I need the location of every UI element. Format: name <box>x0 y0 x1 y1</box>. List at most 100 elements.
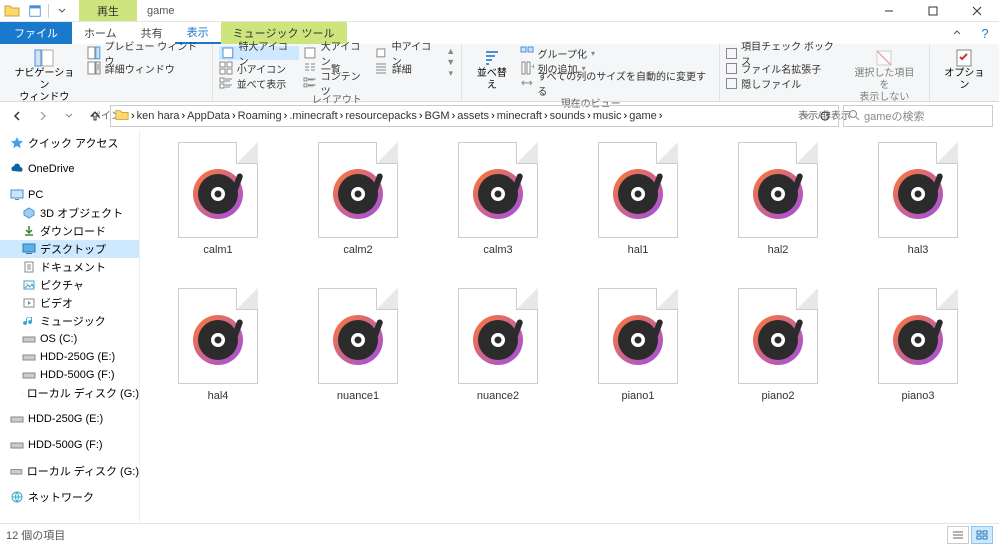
chevron-right-icon[interactable]: › <box>587 110 591 122</box>
layout-xlarge-icons[interactable]: 特大アイコン <box>219 46 299 60</box>
file-item[interactable]: calm2 <box>288 138 428 284</box>
tree-desktop[interactable]: デスクトップ <box>0 240 139 258</box>
file-extensions-toggle[interactable]: ファイル名拡張子 <box>726 61 842 75</box>
forward-button[interactable] <box>32 105 54 127</box>
recent-locations-button[interactable] <box>58 105 80 127</box>
navigation-pane-button[interactable]: ナビゲーション ウィンドウ <box>6 46 83 106</box>
chevron-right-icon[interactable]: › <box>624 110 628 122</box>
item-checkboxes-toggle[interactable]: 項目チェック ボックス <box>726 46 842 60</box>
content-icon <box>303 76 317 90</box>
tree-hdd250-e-ext[interactable]: HDD-250G (E:) <box>0 410 139 428</box>
chevron-right-icon[interactable]: › <box>181 110 185 122</box>
file-item[interactable]: hal2 <box>708 138 848 284</box>
group-by-button[interactable]: グループ化▾ <box>520 46 714 60</box>
layout-medium-icons[interactable]: 中アイコン <box>374 46 440 60</box>
breadcrumb-segment[interactable]: ken hara <box>137 110 180 122</box>
file-thumbnail <box>598 142 678 238</box>
breadcrumb-segment[interactable]: music <box>593 110 622 122</box>
breadcrumb-segment[interactable]: sounds <box>550 110 585 122</box>
breadcrumb-segment[interactable]: resourcepacks <box>345 110 417 122</box>
tree-3d-objects[interactable]: 3D オブジェクト <box>0 204 139 222</box>
breadcrumb-segment[interactable]: AppData <box>187 110 230 122</box>
documents-icon <box>22 260 36 274</box>
file-item[interactable]: nuance2 <box>428 284 568 430</box>
layout-scroll-down[interactable]: ▼ <box>446 57 455 67</box>
file-item[interactable]: hal1 <box>568 138 708 284</box>
tab-file[interactable]: ファイル <box>0 22 72 44</box>
address-dropdown-button[interactable] <box>798 105 814 127</box>
breadcrumb-segment[interactable]: BGM <box>425 110 450 122</box>
qat-dropdown-button[interactable] <box>51 0 73 22</box>
preview-pane-button[interactable]: プレビュー ウィンドウ <box>87 46 206 60</box>
layout-small-icons[interactable]: 小アイコン <box>219 61 299 75</box>
breadcrumb-segment[interactable]: minecraft <box>497 110 542 122</box>
up-button[interactable] <box>84 105 106 127</box>
tree-downloads[interactable]: ダウンロード <box>0 222 139 240</box>
breadcrumb-segment[interactable]: assets <box>457 110 489 122</box>
tree-documents[interactable]: ドキュメント <box>0 258 139 276</box>
checkbox-icon <box>726 78 737 89</box>
music-file-icon <box>471 167 525 221</box>
help-button[interactable]: ? <box>971 22 999 44</box>
qat-properties-button[interactable] <box>24 0 46 22</box>
layout-large-icons[interactable]: 大アイコン <box>303 46 370 60</box>
tree-pictures[interactable]: ピクチャ <box>0 276 139 294</box>
tree-os-c[interactable]: OS (C:) <box>0 330 139 348</box>
chevron-right-icon[interactable]: › <box>232 110 236 122</box>
file-item[interactable]: piano1 <box>568 284 708 430</box>
file-list[interactable]: calm1 calm2 calm3 <box>140 130 999 523</box>
breadcrumb-segment[interactable]: game <box>629 110 657 122</box>
layout-scroll-up[interactable]: ▲ <box>446 46 455 56</box>
hide-selected-button[interactable]: 選択した項目を 表示しない <box>846 46 923 106</box>
details-pane-button[interactable]: 詳細ウィンドウ <box>87 61 206 75</box>
sort-button[interactable]: 並べ替え <box>468 46 515 94</box>
tree-music[interactable]: ミュージック <box>0 312 139 330</box>
chevron-right-icon[interactable]: › <box>340 110 344 122</box>
options-button[interactable]: オプション <box>936 46 993 94</box>
file-item[interactable]: piano2 <box>708 284 848 430</box>
breadcrumb-segment[interactable]: .minecraft <box>289 110 337 122</box>
file-thumbnail <box>738 288 818 384</box>
refresh-button[interactable] <box>816 105 834 127</box>
navigation-tree[interactable]: クイック アクセス OneDrive PC 3D オブジェクト ダウンロード デ… <box>0 130 140 523</box>
layout-details[interactable]: 詳細 <box>374 61 440 75</box>
tree-hdd250-e[interactable]: HDD-250G (E:) <box>0 348 139 366</box>
ribbon-collapse-button[interactable] <box>943 22 971 44</box>
file-item[interactable]: hal3 <box>848 138 988 284</box>
chevron-right-icon[interactable]: › <box>131 110 135 122</box>
file-name-label: hal4 <box>208 390 229 402</box>
file-item[interactable]: nuance1 <box>288 284 428 430</box>
layout-tiles[interactable]: 並べて表示 <box>219 76 299 90</box>
tree-quick-access[interactable]: クイック アクセス <box>0 134 139 152</box>
tree-pc[interactable]: PC <box>0 186 139 204</box>
hidden-items-toggle[interactable]: 隠しファイル <box>726 76 842 90</box>
file-item[interactable]: calm1 <box>148 138 288 284</box>
maximize-button[interactable] <box>911 0 955 22</box>
file-item[interactable]: hal4 <box>148 284 288 430</box>
chevron-right-icon[interactable]: › <box>452 110 456 122</box>
chevron-right-icon[interactable]: › <box>284 110 288 122</box>
tree-network[interactable]: ネットワーク <box>0 488 139 506</box>
tree-hdd500-f[interactable]: HDD-500G (F:) <box>0 366 139 384</box>
chevron-right-icon[interactable]: › <box>659 110 663 122</box>
tree-local-g[interactable]: ローカル ディスク (G:) <box>0 384 139 402</box>
layout-content[interactable]: コンテンツ <box>303 76 370 90</box>
minimize-button[interactable] <box>867 0 911 22</box>
back-button[interactable] <box>6 105 28 127</box>
tree-onedrive[interactable]: OneDrive <box>0 160 139 178</box>
breadcrumb-segment[interactable]: Roaming <box>238 110 282 122</box>
tree-videos[interactable]: ビデオ <box>0 294 139 312</box>
chevron-right-icon[interactable]: › <box>419 110 423 122</box>
chevron-right-icon[interactable]: › <box>491 110 495 122</box>
search-box[interactable]: gameの検索 <box>843 105 993 127</box>
file-item[interactable]: piano3 <box>848 284 988 430</box>
file-item[interactable]: calm3 <box>428 138 568 284</box>
layout-more-button[interactable]: ▾ <box>446 68 455 79</box>
status-item-count: 12 個の項目 <box>6 527 65 543</box>
chevron-right-icon[interactable]: › <box>544 110 548 122</box>
size-all-columns-button[interactable]: すべての列のサイズを自動的に変更する <box>520 76 714 90</box>
address-bar[interactable]: › ken hara›AppData›Roaming›.minecraft›re… <box>110 105 839 127</box>
tree-hdd500-f-ext[interactable]: HDD-500G (F:) <box>0 436 139 454</box>
tree-local-g-ext[interactable]: ローカル ディスク (G:) <box>0 462 139 480</box>
close-button[interactable] <box>955 0 999 22</box>
